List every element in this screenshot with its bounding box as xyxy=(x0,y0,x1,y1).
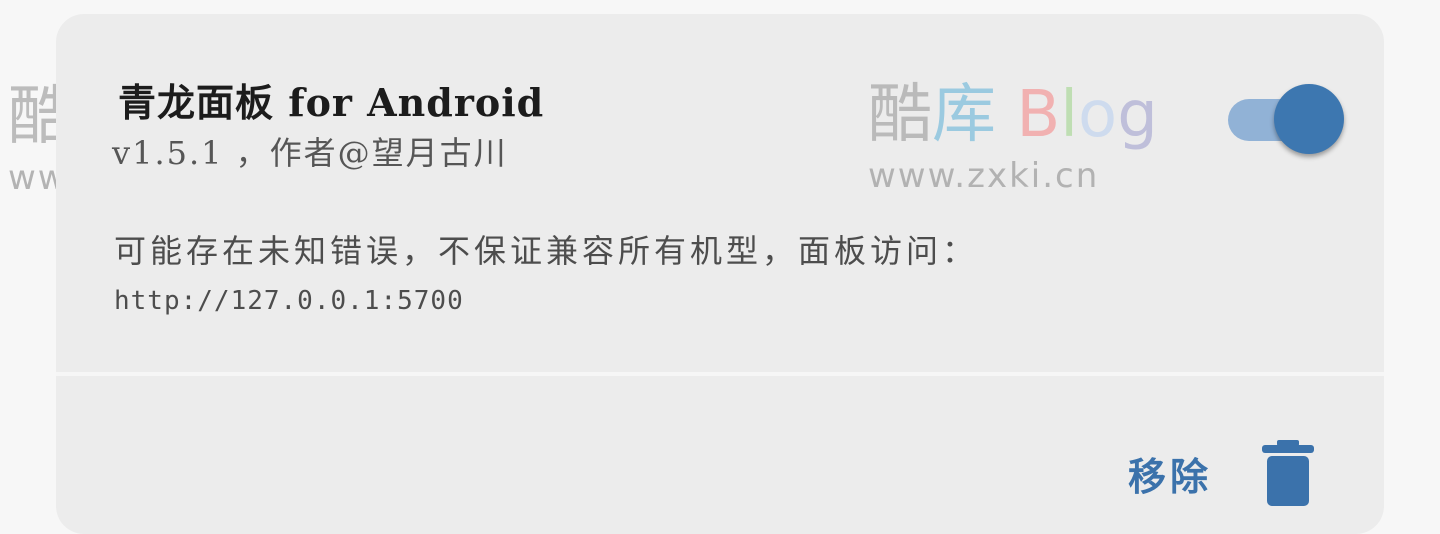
plugin-card: 青龙面板 for Android v1.5.1 ，作者@望月古川 可能存在未知错… xyxy=(56,14,1384,534)
plugin-version-author: v1.5.1 ，作者@望月古川 xyxy=(112,134,508,172)
remove-label: 移除 xyxy=(1128,453,1213,499)
toggle-thumb xyxy=(1274,84,1344,154)
plugin-description-line: 可能存在未知错误，不保证兼容所有机型，面板访问： xyxy=(114,232,979,270)
remove-button[interactable]: 移除 xyxy=(1128,438,1315,508)
plugin-panel-url: http://127.0.0.1:5700 xyxy=(114,286,464,316)
plugin-info-section: 青龙面板 for Android v1.5.1 ，作者@望月古川 可能存在未知错… xyxy=(56,14,1384,372)
trash-icon xyxy=(1262,440,1315,506)
plugin-enable-toggle[interactable] xyxy=(1228,84,1348,160)
plugin-description: 可能存在未知错误，不保证兼容所有机型，面板访问： http://127.0.0.… xyxy=(114,226,1134,326)
plugin-title: 青龙面板 for Android xyxy=(118,80,545,125)
plugin-actions-section: 移除 xyxy=(56,376,1384,534)
